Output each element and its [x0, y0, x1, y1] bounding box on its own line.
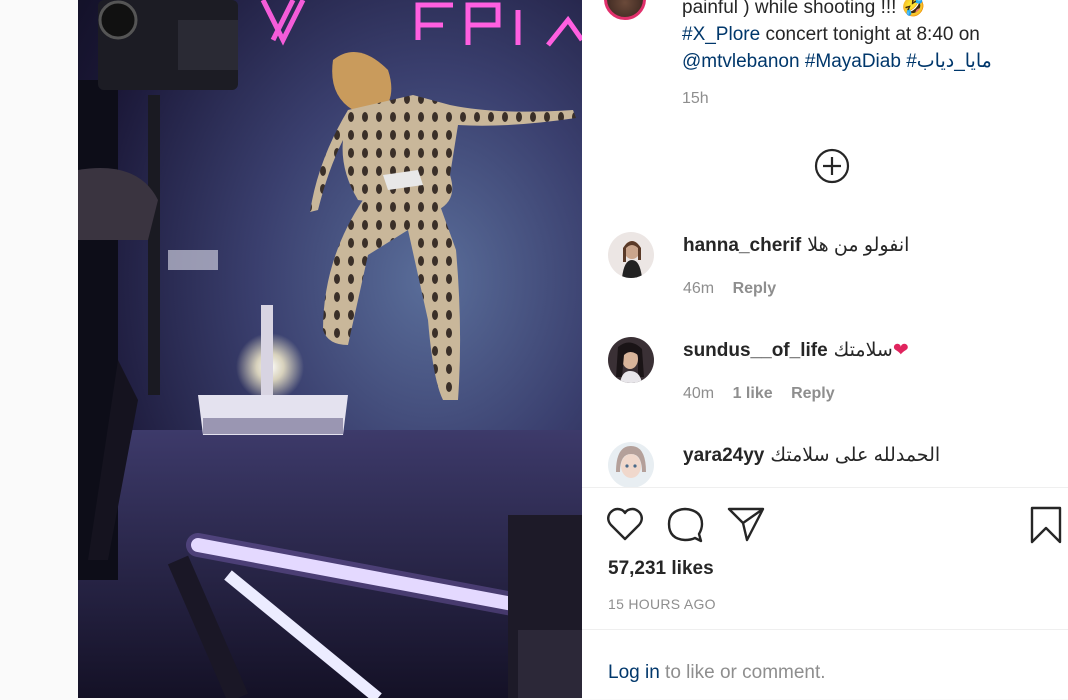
page-gutter	[0, 0, 78, 698]
post-author-avatar[interactable]	[604, 0, 646, 20]
load-more-comments-button[interactable]	[814, 148, 850, 184]
post-video[interactable]	[78, 0, 582, 698]
heart-icon	[607, 507, 643, 541]
comment-time[interactable]: 46m	[683, 280, 714, 297]
caption-line-3: @mtvlebanon #MayaDiab #مايا_دياب	[682, 48, 1042, 75]
comment-line: sundus__of_life سلامتك❤	[683, 339, 909, 362]
comment-meta: 46m Reply	[683, 280, 790, 298]
comment-text: انفولو من هلا	[807, 235, 910, 256]
login-prompt-text: to like or comment.	[659, 662, 826, 683]
commenter-avatar[interactable]	[608, 337, 654, 383]
bookmark-icon	[1030, 506, 1062, 544]
save-button[interactable]	[1030, 506, 1062, 549]
comment-line: hanna_cherif انفولو من هلا	[683, 234, 909, 257]
caption-line-2-text: concert tonight at 8:40 on	[760, 24, 980, 45]
post-container: painful ) while shooting !!! 🤣 #X_Plore …	[78, 0, 1068, 699]
likes-count[interactable]: 57,231 likes	[608, 558, 714, 580]
comment-line: yara24yy الحمدلله على سلامتك	[683, 444, 940, 467]
comment-meta: 40m 1 like Reply	[683, 385, 849, 403]
mention-mtvlebanon[interactable]: @mtvlebanon	[682, 51, 800, 72]
comment-username[interactable]: sundus__of_life	[683, 340, 828, 361]
login-prompt: Log in to like or comment.	[608, 662, 826, 684]
commenter-avatar[interactable]	[608, 442, 654, 487]
post-details-panel: painful ) while shooting !!! 🤣 #X_Plore …	[582, 0, 1068, 699]
hashtag-mayadiab[interactable]: #MayaDiab	[805, 51, 901, 72]
comment-username[interactable]: yara24yy	[683, 445, 764, 466]
comment-likes-count[interactable]: 1 like	[733, 385, 773, 402]
commenter-avatar[interactable]	[608, 232, 654, 278]
post-caption: painful ) while shooting !!! 🤣 #X_Plore …	[682, 0, 1042, 75]
login-prompt-section: Log in to like or comment.	[582, 629, 1068, 700]
comment-username[interactable]: hanna_cherif	[683, 235, 801, 256]
login-link[interactable]: Log in	[608, 662, 660, 683]
comment-icon	[667, 507, 704, 543]
like-button[interactable]	[606, 506, 644, 547]
share-button[interactable]	[727, 506, 765, 547]
paper-plane-icon	[727, 507, 765, 542]
comment-time[interactable]: 40m	[683, 385, 714, 402]
red-heart-emoji-icon: ❤	[892, 340, 909, 361]
video-frame-illustration	[78, 0, 582, 698]
posted-time[interactable]: 15 HOURS AGO	[608, 596, 716, 612]
comment-button[interactable]	[666, 506, 704, 549]
hashtag-arabic[interactable]: #مايا_دياب	[906, 51, 992, 72]
plus-circle-icon	[814, 148, 850, 184]
avatar-image	[608, 232, 654, 278]
caption-line-1: painful ) while shooting !!! 🤣	[682, 0, 926, 18]
avatar-image	[608, 337, 654, 383]
hashtag-xplore[interactable]: #X_Plore	[682, 24, 760, 45]
comment-text: الحمدلله على سلامتك	[770, 445, 941, 466]
caption-time[interactable]: 15h	[682, 90, 709, 108]
caption-line-2: #X_Plore concert tonight at 8:40 on	[682, 21, 1042, 48]
post-actions-section: 57,231 likes 15 HOURS AGO Log in to like…	[582, 487, 1068, 699]
reply-button[interactable]: Reply	[733, 280, 777, 297]
comment-item: yara24yy الحمدلله على سلامتك	[608, 442, 1048, 487]
avatar-image	[608, 442, 654, 487]
reply-button[interactable]: Reply	[791, 385, 835, 402]
comment-text: سلامتك	[833, 340, 893, 361]
